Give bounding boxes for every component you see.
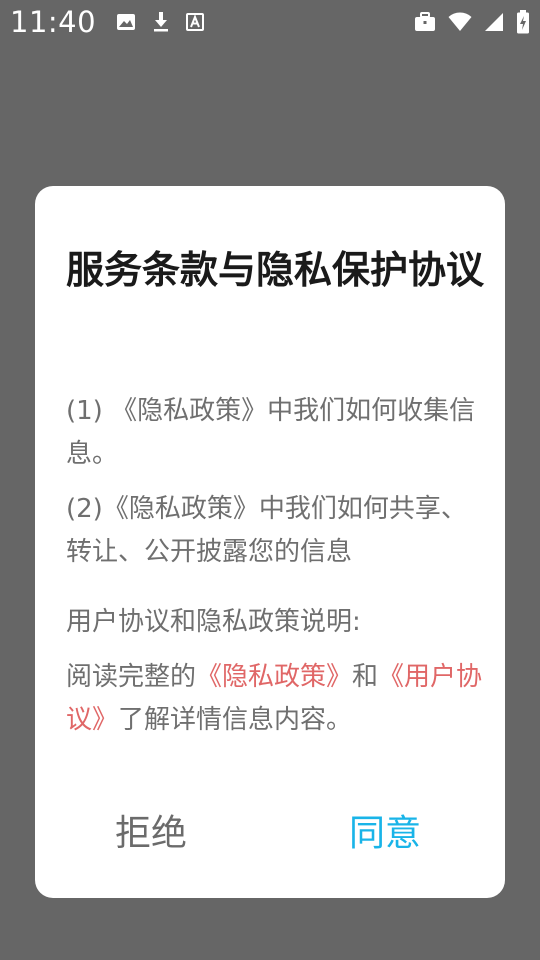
dialog-title: 服务条款与隐私保护协议 xyxy=(66,248,485,292)
privacy-dialog: 服务条款与隐私保护协议 (1) 《隐私政策》中我们如何收集信息。 (2)《隐私政… xyxy=(35,186,505,898)
privacy-policy-link[interactable]: 《隐私政策》 xyxy=(196,662,352,692)
reject-button[interactable]: 拒绝 xyxy=(115,806,187,862)
wifi-icon xyxy=(448,12,472,32)
status-bar: 11:40 xyxy=(0,0,540,44)
image-icon xyxy=(116,12,136,32)
status-left: 11:40 xyxy=(10,5,205,39)
and-text: 和 xyxy=(352,662,379,692)
explain-prefix: 阅读完整的 xyxy=(66,662,197,692)
policy-item-2: (2)《隐私政策》中我们如何共享、转让、公开披露您的信息 xyxy=(66,494,467,567)
signal-icon xyxy=(484,12,504,32)
battery-charging-icon xyxy=(516,10,530,34)
policy-item-1: (1) 《隐私政策》中我们如何收集信息。 xyxy=(66,396,476,469)
explain-text: 阅读完整的《隐私政策》和《用户协议》了解详情信息内容。 xyxy=(66,656,486,742)
briefcase-icon xyxy=(414,12,436,32)
status-right xyxy=(414,10,530,34)
explain-heading: 用户协议和隐私政策说明: xyxy=(66,607,361,637)
agree-button[interactable]: 同意 xyxy=(349,806,421,862)
explain-suffix: 了解详情信息内容。 xyxy=(118,705,353,735)
download-icon xyxy=(152,11,170,33)
font-icon xyxy=(186,13,205,31)
status-time: 11:40 xyxy=(10,5,97,39)
